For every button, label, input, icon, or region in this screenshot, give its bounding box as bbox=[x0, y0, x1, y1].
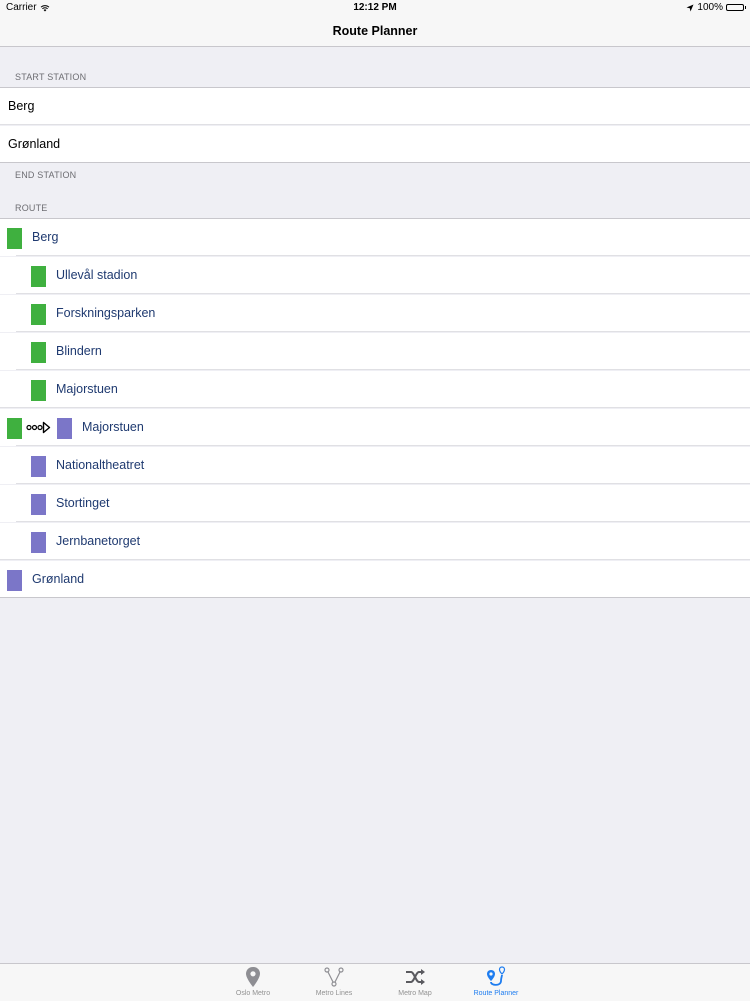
tab-route-planner[interactable]: Route Planner bbox=[456, 964, 536, 1001]
line-color-marker bbox=[31, 494, 46, 515]
end-station-header: END STATION bbox=[15, 170, 77, 180]
battery-icon bbox=[726, 4, 746, 11]
route-row[interactable]: Majorstuen bbox=[0, 371, 750, 408]
line-color-marker bbox=[7, 228, 22, 249]
line-color-marker bbox=[31, 342, 46, 363]
battery-percent: 100% bbox=[697, 2, 723, 13]
tab-oslo-metro[interactable]: Oslo Metro bbox=[213, 964, 293, 1001]
route-station-label: Majorstuen bbox=[56, 382, 118, 396]
route-row[interactable]: Blindern bbox=[0, 333, 750, 370]
separator bbox=[16, 369, 750, 370]
route-row[interactable]: Grønland bbox=[0, 561, 750, 598]
tab-metro-lines[interactable]: Metro Lines bbox=[294, 964, 374, 1001]
start-station-field[interactable]: Berg bbox=[0, 88, 750, 125]
route-station-label: Jernbanetorget bbox=[56, 534, 141, 548]
separator bbox=[16, 483, 750, 484]
tab-bar: Oslo Metro Metro Lines Metro Map Route P… bbox=[0, 963, 750, 1001]
separator bbox=[16, 255, 750, 256]
line-color-marker bbox=[31, 456, 46, 477]
page-title: Route Planner bbox=[332, 24, 418, 38]
separator bbox=[0, 559, 750, 560]
route-row-transfer[interactable]: Majorstuen bbox=[0, 409, 750, 446]
shuffle-icon bbox=[406, 969, 425, 985]
route-station-label: Grønland bbox=[32, 572, 85, 586]
end-station-value[interactable]: Grønland bbox=[8, 126, 60, 163]
status-bar: Carrier 12:12 PM 100% bbox=[0, 0, 750, 16]
route-station-label: Stortinget bbox=[56, 496, 110, 510]
line-color-marker bbox=[31, 532, 46, 553]
line-color-marker bbox=[7, 570, 22, 591]
route-station-label: Berg bbox=[32, 230, 59, 244]
separator bbox=[0, 407, 750, 408]
route-header: ROUTE bbox=[15, 203, 48, 213]
line-color-marker bbox=[31, 304, 46, 325]
route-row[interactable]: Forskningsparken bbox=[0, 295, 750, 332]
start-station-value[interactable]: Berg bbox=[8, 88, 34, 125]
transfer-arrow-icon bbox=[26, 421, 51, 434]
end-station-field[interactable]: Grønland bbox=[0, 126, 750, 163]
tab-metro-map[interactable]: Metro Map bbox=[375, 964, 455, 1001]
separator bbox=[16, 521, 750, 522]
separator bbox=[16, 293, 750, 294]
start-station-header: START STATION bbox=[15, 72, 87, 82]
tab-label: Metro Lines bbox=[315, 990, 353, 997]
location-arrow-icon bbox=[686, 4, 694, 11]
line-color-marker bbox=[31, 380, 46, 401]
line-color-marker bbox=[31, 266, 46, 287]
tab-label: Oslo Metro bbox=[235, 990, 271, 997]
route-icon bbox=[487, 966, 506, 986]
status-right: 100% bbox=[686, 2, 746, 13]
line-color-marker bbox=[57, 418, 72, 439]
status-time: 12:12 PM bbox=[353, 2, 397, 13]
tab-label: Route Planner bbox=[473, 990, 519, 997]
route-station-label: Blindern bbox=[56, 344, 102, 358]
tab-label: Metro Map bbox=[398, 990, 432, 997]
route-row[interactable]: Jernbanetorget bbox=[0, 523, 750, 560]
route-station-label: Nationaltheatret bbox=[56, 458, 145, 472]
separator bbox=[16, 331, 750, 332]
separator bbox=[16, 445, 750, 446]
route-station-label: Forskningsparken bbox=[56, 306, 156, 320]
route-station-label: Ullevål stadion bbox=[56, 268, 138, 282]
from-line-color-marker bbox=[7, 418, 22, 439]
route-row[interactable]: Stortinget bbox=[0, 485, 750, 522]
separator bbox=[0, 597, 750, 598]
separator bbox=[0, 162, 750, 163]
navigation-bar: Route Planner bbox=[0, 16, 750, 47]
map-pin-icon bbox=[246, 967, 260, 987]
route-row[interactable]: Nationaltheatret bbox=[0, 447, 750, 484]
separator bbox=[0, 124, 750, 125]
route-row[interactable]: Ullevål stadion bbox=[0, 257, 750, 294]
route-row[interactable]: Berg bbox=[0, 219, 750, 256]
network-icon bbox=[324, 967, 344, 987]
route-station-label: Majorstuen bbox=[82, 420, 144, 434]
